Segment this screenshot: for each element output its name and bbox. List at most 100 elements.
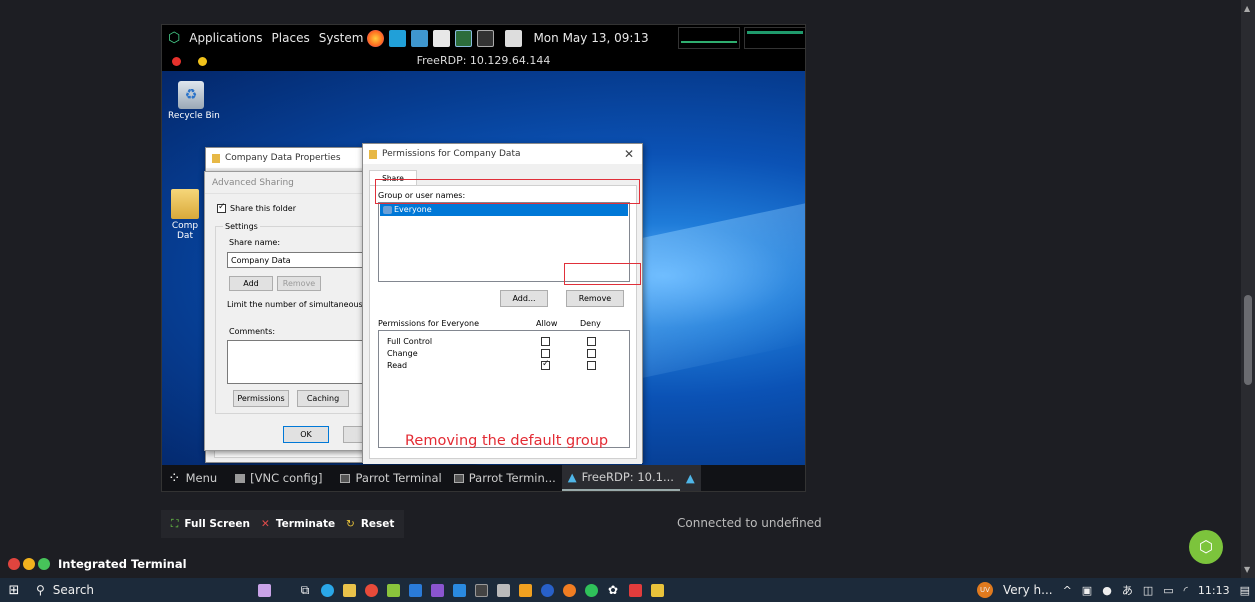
terminal-close-icon[interactable]	[8, 558, 20, 570]
task-view-icon[interactable]: ⧉	[294, 578, 316, 602]
share-name-field[interactable]: Company Data	[227, 252, 377, 268]
remove-share-button[interactable]: Remove	[277, 276, 321, 291]
terminal-minimize-icon[interactable]	[23, 558, 35, 570]
vscode-icon[interactable]	[448, 578, 470, 602]
network-icon[interactable]	[505, 29, 523, 47]
terminal-app-icon[interactable]	[470, 578, 492, 602]
terminal-maximize-icon[interactable]	[38, 558, 50, 570]
integrated-terminal-bar[interactable]: Integrated Terminal	[0, 554, 187, 574]
firefox-icon[interactable]	[367, 29, 385, 47]
terminal-icon[interactable]	[455, 29, 473, 47]
menu-system[interactable]: System	[319, 31, 364, 45]
minimize-dot-icon[interactable]	[198, 57, 207, 66]
full-screen-button[interactable]: ⛶ Full Screen	[161, 510, 261, 538]
bolt-icon[interactable]	[389, 29, 407, 47]
taskbar-label: Parrot Termin...	[468, 471, 556, 485]
app-icon[interactable]	[382, 578, 404, 602]
menu-places[interactable]: Places	[272, 31, 310, 45]
wifi-icon[interactable]: ◜	[1184, 584, 1188, 597]
recycle-bin-desktop-icon[interactable]: ♻ Recycle Bin	[168, 81, 220, 121]
firefox-taskbar-icon[interactable]	[558, 578, 580, 602]
folder-small-icon	[369, 149, 377, 159]
taskbar-item-freerdp-2[interactable]: ▲	[679, 465, 701, 491]
change-deny-checkbox[interactable]	[587, 349, 596, 358]
window-icon	[235, 473, 246, 483]
checkbox-icon[interactable]	[217, 202, 226, 213]
scrollbar-thumb[interactable]	[1244, 295, 1252, 385]
clock[interactable]: Mon May 13, 09:13	[533, 31, 648, 45]
caching-button[interactable]: Caching	[297, 390, 349, 407]
windows-start-icon[interactable]: ⊞	[0, 583, 28, 598]
read-allow-checkbox[interactable]	[541, 359, 550, 370]
terminate-button[interactable]: ✕ Terminate	[251, 510, 346, 538]
chevron-up-icon[interactable]: ^	[1063, 584, 1072, 597]
props-title: Company Data Properties	[225, 153, 341, 163]
reset-button[interactable]: ↻ Reset	[336, 510, 405, 538]
rdp-title: FreeRDP: 10.129.64.144	[416, 54, 551, 67]
taskbar-item-vnc[interactable]: [VNC config]	[229, 465, 328, 491]
taskbar-search[interactable]: ⚲ Search	[28, 578, 178, 602]
text-editor-icon[interactable]	[433, 29, 451, 47]
change-allow-checkbox[interactable]	[541, 349, 550, 358]
meet-icon[interactable]: ◫	[1143, 584, 1153, 597]
remote-desktop-viewer[interactable]: ⬡ Applications Places System Mon May 13,…	[161, 24, 806, 492]
file-explorer-icon[interactable]	[338, 578, 360, 602]
folder-label-1: Comp	[171, 221, 199, 231]
app-icon[interactable]	[624, 578, 646, 602]
reset-label: Reset	[360, 518, 395, 530]
edge-icon[interactable]	[316, 578, 338, 602]
clock-time[interactable]: 11:13	[1198, 584, 1230, 597]
deny-header: Deny	[580, 319, 601, 328]
permissions-button[interactable]: Permissions	[233, 390, 289, 407]
add-group-button[interactable]: Add...	[500, 290, 548, 307]
settings-icon[interactable]: ✿	[602, 578, 624, 602]
parrot-menu-button[interactable]: ⁘ Menu	[162, 465, 223, 491]
menu-applications[interactable]: Applications	[189, 31, 262, 45]
visual-studio-icon[interactable]	[426, 578, 448, 602]
highlight-remove-button	[564, 263, 641, 285]
recycle-label: Recycle Bin	[168, 111, 220, 121]
page-scrollbar[interactable]: ▲ ▼	[1241, 0, 1255, 578]
terminal-small-icon	[340, 473, 351, 483]
avatar[interactable]: UV	[977, 582, 994, 598]
scroll-up-icon[interactable]: ▲	[1244, 4, 1250, 13]
notification-text[interactable]: Very h...	[1003, 583, 1053, 597]
group-row-everyone[interactable]: Everyone	[380, 204, 628, 216]
notification-center-icon[interactable]: ▤	[1240, 584, 1250, 597]
floating-action-button[interactable]: ⬡	[1189, 530, 1223, 564]
app-icon[interactable]	[404, 578, 426, 602]
company-data-folder-icon[interactable]: Comp Dat	[168, 189, 202, 241]
chrome-icon[interactable]	[360, 578, 382, 602]
taskbar-item-freerdp[interactable]: ▲ FreeRDP: 10.1...	[561, 465, 680, 491]
remove-group-button[interactable]: Remove	[566, 290, 624, 307]
scroll-down-icon[interactable]: ▼	[1244, 565, 1250, 574]
image-viewer-icon[interactable]	[411, 29, 429, 47]
whatsapp-icon[interactable]	[580, 578, 602, 602]
taskbar-item-terminal2[interactable]: Parrot Termin...	[448, 465, 562, 491]
app-icon[interactable]	[514, 578, 536, 602]
close-icon[interactable]: ✕	[624, 147, 634, 161]
news-widget-icon[interactable]	[234, 578, 294, 602]
ok-button[interactable]: OK	[283, 426, 329, 443]
share-folder-checkbox[interactable]: Share this folder	[217, 202, 296, 213]
windows-desktop[interactable]: ♻ Recycle Bin Comp Dat Company Data Prop…	[162, 71, 805, 465]
terminal2-icon[interactable]	[477, 29, 495, 47]
app-icon[interactable]	[646, 578, 668, 602]
parrot-logo-icon[interactable]: ⬡	[168, 30, 180, 46]
full-control-allow-checkbox[interactable]	[541, 337, 550, 346]
comments-field[interactable]	[227, 340, 377, 384]
close-dot-icon[interactable]	[172, 57, 181, 66]
terminate-label: Terminate	[275, 518, 336, 530]
read-deny-checkbox[interactable]	[587, 361, 596, 370]
add-share-button[interactable]: Add	[229, 276, 273, 291]
battery-icon[interactable]: ▭	[1163, 584, 1173, 597]
advanced-sharing-dialog[interactable]: Advanced Sharing Share this folder Setti…	[204, 171, 377, 451]
full-control-deny-checkbox[interactable]	[587, 337, 596, 346]
tray-app-icon[interactable]: ●	[1102, 584, 1112, 597]
app-icon[interactable]	[536, 578, 558, 602]
taskbar-item-terminal1[interactable]: Parrot Terminal	[334, 465, 447, 491]
permissions-listbox[interactable]: Full Control Change Read	[378, 330, 630, 448]
language-icon[interactable]: あ	[1122, 582, 1133, 598]
app-icon[interactable]	[492, 578, 514, 602]
tray-app-icon[interactable]: ▣	[1082, 584, 1092, 597]
